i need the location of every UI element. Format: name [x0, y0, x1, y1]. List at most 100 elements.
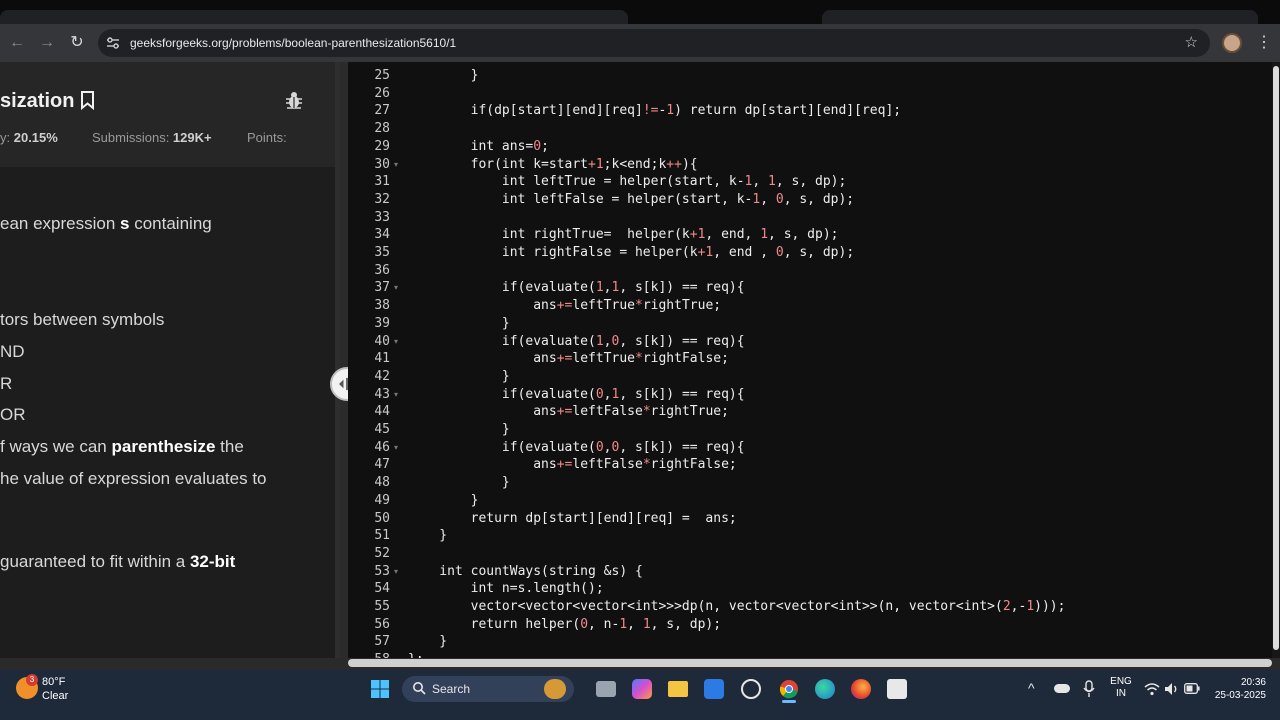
- code-line[interactable]: int n=s.length();: [408, 580, 604, 598]
- line-number: 50: [374, 510, 390, 526]
- snipping-tool-icon[interactable]: [887, 679, 907, 699]
- code-line[interactable]: ans+=leftTrue*rightTrue;: [408, 297, 721, 315]
- code-line[interactable]: return dp[start][end][req] = ans;: [408, 510, 737, 528]
- line-number: 57: [374, 634, 390, 650]
- tab-strip: [0, 0, 1280, 24]
- problem-pane: sization y: 20.15% Submissions: 129K+ Po…: [0, 62, 340, 658]
- code-line[interactable]: if(evaluate(1,0, s[k]) == req){: [408, 333, 745, 351]
- microphone-icon[interactable]: [1083, 680, 1095, 698]
- battery-icon[interactable]: [1184, 683, 1200, 694]
- back-icon[interactable]: ←: [7, 33, 27, 53]
- weather-badge: 3: [26, 674, 38, 686]
- bug-icon[interactable]: [284, 90, 304, 110]
- line-number: 36: [374, 262, 390, 278]
- onedrive-icon[interactable]: [1054, 684, 1070, 693]
- code-line[interactable]: return helper(0, n-1, 1, s, dp);: [408, 616, 721, 634]
- fold-toggle-icon[interactable]: ▾: [394, 386, 398, 404]
- start-windows-icon[interactable]: [370, 679, 390, 699]
- volume-icon[interactable]: [1164, 682, 1180, 696]
- problem-header: sization y: 20.15% Submissions: 129K+ Po…: [0, 62, 335, 167]
- description-line: OR: [0, 405, 26, 424]
- system-clock[interactable]: 20:36 25-03-2025: [1206, 676, 1266, 702]
- site-settings-icon[interactable]: [106, 36, 120, 50]
- bookmark-icon[interactable]: [80, 91, 95, 110]
- wifi-icon[interactable]: [1144, 682, 1160, 696]
- code-line[interactable]: };: [408, 651, 424, 658]
- points-stat: Points:: [247, 130, 287, 145]
- code-line[interactable]: ans+=leftFalse*rightFalse;: [408, 456, 737, 474]
- profile-avatar[interactable]: [1222, 33, 1242, 53]
- line-number: 47: [374, 457, 390, 473]
- store-icon[interactable]: [704, 679, 724, 699]
- line-number: 35: [374, 245, 390, 260]
- code-line[interactable]: int ans=0;: [408, 138, 549, 156]
- chrome-active-indicator: [782, 700, 796, 703]
- forward-icon[interactable]: →: [37, 33, 57, 53]
- line-number: 25: [374, 68, 390, 83]
- browser-tab[interactable]: [0, 10, 628, 24]
- language-indicator[interactable]: ENG IN: [1108, 676, 1134, 700]
- fold-toggle-icon[interactable]: ▾: [394, 279, 398, 297]
- code-line[interactable]: int leftTrue = helper(start, k-1, 1, s, …: [408, 173, 846, 191]
- reload-icon[interactable]: ↻: [67, 33, 87, 53]
- tray-chevron-icon[interactable]: ^: [1028, 679, 1035, 697]
- description-line: ND: [0, 342, 25, 361]
- code-line[interactable]: }: [408, 474, 510, 492]
- line-number: 38: [374, 298, 390, 314]
- code-line[interactable]: if(evaluate(0,0, s[k]) == req){: [408, 439, 745, 457]
- code-line[interactable]: for(int k=start+1;k<end;k++){: [408, 156, 698, 174]
- edge-icon[interactable]: [815, 679, 835, 699]
- line-number: 48: [374, 475, 390, 491]
- code-line[interactable]: }: [408, 633, 447, 651]
- bookmark-star-icon[interactable]: ☆: [1185, 34, 1198, 52]
- browser-tab[interactable]: [822, 10, 1258, 24]
- line-number: 55: [374, 599, 390, 614]
- line-number: 56: [374, 616, 390, 632]
- fold-toggle-icon[interactable]: ▾: [394, 156, 398, 174]
- line-number: 31: [374, 174, 390, 190]
- line-number: 30: [374, 156, 390, 172]
- code-line[interactable]: }: [408, 421, 510, 439]
- line-number: 46: [374, 439, 390, 455]
- code-line[interactable]: vector<vector<vector<int>>>dp(n, vector<…: [408, 598, 1066, 616]
- code-line[interactable]: }: [408, 492, 479, 510]
- code-line[interactable]: }: [408, 67, 479, 85]
- line-number: 29: [374, 138, 390, 154]
- taskbar-search[interactable]: Search: [402, 676, 574, 702]
- fold-toggle-icon[interactable]: ▾: [394, 439, 398, 457]
- search-icon: [413, 682, 426, 695]
- description-line: R: [0, 374, 13, 393]
- editor-scroll-thumb[interactable]: [1273, 66, 1279, 650]
- line-number: 42: [374, 368, 390, 384]
- file-explorer-icon[interactable]: [668, 681, 688, 697]
- fold-toggle-icon[interactable]: ▾: [394, 333, 398, 351]
- weather-temp[interactable]: 80°F: [42, 676, 65, 688]
- dell-icon[interactable]: [741, 679, 761, 699]
- menu-kebab-icon[interactable]: ⋮: [1256, 33, 1272, 53]
- code-line[interactable]: if(dp[start][end][req]!=-1) return dp[st…: [408, 102, 902, 120]
- code-line[interactable]: }: [408, 527, 447, 545]
- code-line[interactable]: int rightTrue= helper(k+1, end, 1, s, dp…: [408, 226, 839, 244]
- pane-divider[interactable]: [340, 62, 348, 658]
- copilot-icon[interactable]: [632, 679, 652, 699]
- code-line[interactable]: int countWays(string &s) {: [408, 563, 643, 581]
- task-view-icon[interactable]: [596, 681, 616, 697]
- url-input[interactable]: geeksforgeeks.org/problems/boolean-paren…: [98, 29, 1210, 57]
- code-line[interactable]: if(evaluate(0,1, s[k]) == req){: [408, 386, 745, 404]
- horizontal-scroll-thumb[interactable]: [348, 659, 1272, 667]
- code-line[interactable]: ans+=leftTrue*rightFalse;: [408, 350, 729, 368]
- firefox-icon[interactable]: [851, 679, 871, 699]
- code-line[interactable]: }: [408, 315, 510, 333]
- code-line[interactable]: }: [408, 368, 510, 386]
- code-line[interactable]: ans+=leftFalse*rightTrue;: [408, 403, 729, 421]
- code-line[interactable]: if(evaluate(1,1, s[k]) == req){: [408, 279, 745, 297]
- line-number: 51: [374, 528, 390, 544]
- line-number: 34: [374, 227, 390, 243]
- code-line[interactable]: int leftFalse = helper(start, k-1, 0, s,…: [408, 191, 854, 209]
- fold-toggle-icon[interactable]: ▾: [394, 563, 398, 581]
- code-line[interactable]: int rightFalse = helper(k+1, end , 0, s,…: [408, 244, 854, 262]
- weather-condition[interactable]: Clear: [42, 690, 68, 702]
- code-editor[interactable]: 25 } 26 27 if(dp[start][end][req]!=-1) ret…: [348, 62, 1280, 658]
- line-number: 26: [374, 85, 390, 101]
- chrome-icon[interactable]: [779, 679, 799, 699]
